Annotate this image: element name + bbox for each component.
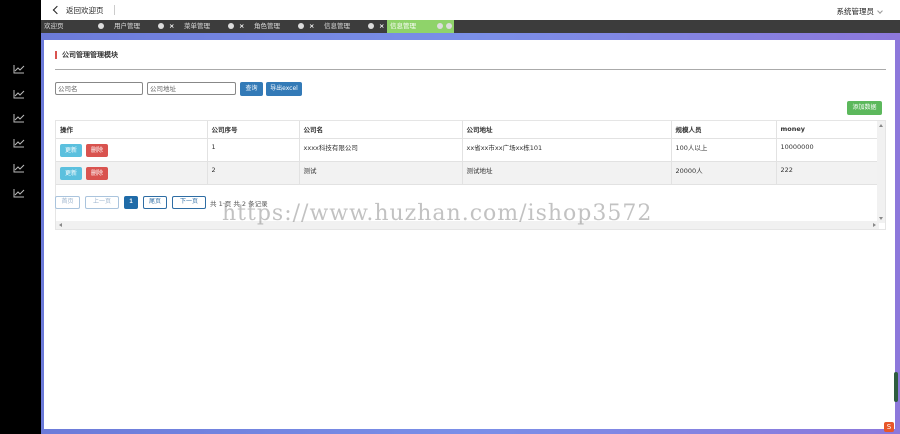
chart-line-icon[interactable] [13, 138, 25, 148]
arrow-right-icon[interactable] [873, 223, 876, 227]
tab-user-management[interactable]: 用户管理 × [111, 20, 181, 33]
tab-welcome[interactable]: 欢迎页 [41, 20, 111, 33]
column-header: 公司地址 [462, 121, 672, 139]
divider [113, 5, 115, 15]
column-header: money [776, 121, 879, 139]
arrow-up-icon[interactable] [879, 124, 883, 127]
cell-money: 10000000 [776, 138, 879, 162]
arrow-left-icon[interactable] [59, 223, 62, 227]
chart-line-icon[interactable] [13, 89, 25, 99]
table-row: 更新 删除 1 xxxx科技有限公司 xx省xx市xx广场xx栋101 100人以… [56, 138, 879, 162]
data-table: 操作 公司序号 公司名 公司地址 规模人员 money 更新 删除 1 xxxx科… [56, 121, 879, 185]
close-icon[interactable] [446, 23, 452, 29]
chart-line-icon[interactable] [13, 163, 25, 173]
page-scroll-thumb[interactable] [894, 372, 898, 402]
chart-line-icon[interactable] [13, 113, 25, 123]
next-page-button[interactable]: 下一页 [172, 196, 206, 209]
prev-page-button[interactable]: 上一页 [85, 196, 119, 209]
tab-label: 欢迎页 [44, 22, 64, 30]
refresh-icon[interactable] [98, 23, 104, 29]
query-button[interactable]: 查询 [240, 82, 263, 96]
column-header: 规模人员 [671, 121, 777, 139]
user-menu[interactable]: 系统管理员 [837, 6, 883, 17]
cell-value: xxxx科技有限公司 [303, 143, 358, 152]
arrow-down-icon[interactable] [879, 217, 883, 220]
cell-id: 1 [207, 138, 300, 162]
cell-value: 2 [211, 165, 216, 174]
chart-line-icon[interactable] [13, 188, 25, 198]
cell-id: 2 [207, 161, 300, 185]
cell-name: xxxx科技有限公司 [299, 138, 463, 162]
delete-button[interactable]: 删除 [86, 167, 108, 180]
tab-info-management[interactable]: 信息管理 × [321, 20, 387, 33]
refresh-icon[interactable] [228, 23, 234, 29]
refresh-icon[interactable] [158, 23, 164, 29]
tab-role-management[interactable]: 角色管理 × [251, 20, 321, 33]
refresh-icon[interactable] [298, 23, 304, 29]
table-row: 更新 删除 2 测试 测试地址 20000人 222 [56, 161, 879, 185]
current-page-button[interactable]: 1 [124, 196, 138, 209]
vertical-scrollbar[interactable] [877, 121, 885, 223]
cell-size: 20000人 [671, 161, 777, 185]
column-header: 操作 [56, 121, 208, 139]
company-address-input[interactable] [147, 82, 236, 95]
cell-value: 20000人 [675, 166, 703, 175]
sidebar [0, 0, 41, 434]
column-header: 公司名 [299, 121, 463, 139]
cell-value: 222 [780, 165, 793, 174]
cell-name: 测试 [299, 161, 463, 185]
close-icon[interactable]: × [239, 20, 244, 33]
user-label: 系统管理员 [836, 7, 875, 16]
cell-value: 1 [211, 142, 216, 151]
tab-label: 用户管理 [114, 22, 140, 30]
update-button[interactable]: 更新 [60, 144, 82, 157]
export-excel-button[interactable]: 导出excel [266, 82, 302, 96]
actions-cell: 更新 删除 [56, 138, 208, 162]
last-page-button[interactable]: 尾页 [143, 196, 167, 209]
tab-menu-management[interactable]: 菜单管理 × [181, 20, 251, 33]
table-header-row: 操作 公司序号 公司名 公司地址 规模人员 money [56, 121, 879, 139]
cell-value: 测试 [303, 166, 317, 175]
refresh-icon[interactable] [437, 23, 443, 29]
close-icon[interactable]: × [169, 20, 174, 33]
back-to-welcome-link[interactable]: 返回欢迎页 [52, 4, 115, 16]
page-title: 公司管理管理模块 [55, 51, 118, 59]
update-button[interactable]: 更新 [60, 167, 82, 180]
tab-info-management-active[interactable]: 信息管理 [387, 20, 454, 33]
close-icon[interactable]: × [379, 20, 384, 33]
tab-label: 菜单管理 [184, 22, 210, 30]
cell-money: 222 [776, 161, 879, 185]
main-content: 公司管理管理模块 查询 导出excel 添加数据 操作 公司序号 公司名 公司地… [44, 40, 895, 429]
first-page-button[interactable]: 首页 [55, 196, 80, 209]
chevron-left-icon [52, 5, 62, 15]
close-icon[interactable]: × [309, 20, 314, 33]
tab-label: 信息管理 [390, 22, 416, 30]
cell-size: 100人以上 [671, 138, 777, 162]
cell-value: 100人以上 [675, 143, 708, 152]
delete-button[interactable]: 删除 [86, 144, 108, 157]
cell-value: xx省xx市xx广场xx栋101 [466, 143, 543, 152]
back-label: 返回欢迎页 [66, 5, 104, 15]
add-data-button[interactable]: 添加数据 [847, 101, 882, 115]
actions-cell: 更新 删除 [56, 161, 208, 185]
tab-label: 信息管理 [324, 22, 350, 30]
refresh-icon[interactable] [368, 23, 374, 29]
cell-value: 测试地址 [466, 166, 493, 175]
feedback-icon[interactable]: S [884, 422, 894, 432]
cell-address: 测试地址 [462, 161, 672, 185]
column-header: 公司序号 [207, 121, 300, 139]
chart-line-icon[interactable] [13, 64, 25, 74]
cell-value: 10000000 [780, 142, 814, 151]
watermark-text: https://www.huzhan.com/ishop3572 [222, 201, 653, 226]
tab-label: 角色管理 [254, 22, 280, 30]
tab-bar: 欢迎页 用户管理 × 菜单管理 × 角色管理 × 信息管理 × 信息管理 [41, 20, 900, 33]
cell-address: xx省xx市xx广场xx栋101 [462, 138, 672, 162]
company-name-input[interactable] [55, 82, 143, 95]
divider [55, 69, 886, 70]
top-header: 返回欢迎页 系统管理员 [0, 0, 900, 20]
chevron-down-icon [877, 7, 883, 14]
